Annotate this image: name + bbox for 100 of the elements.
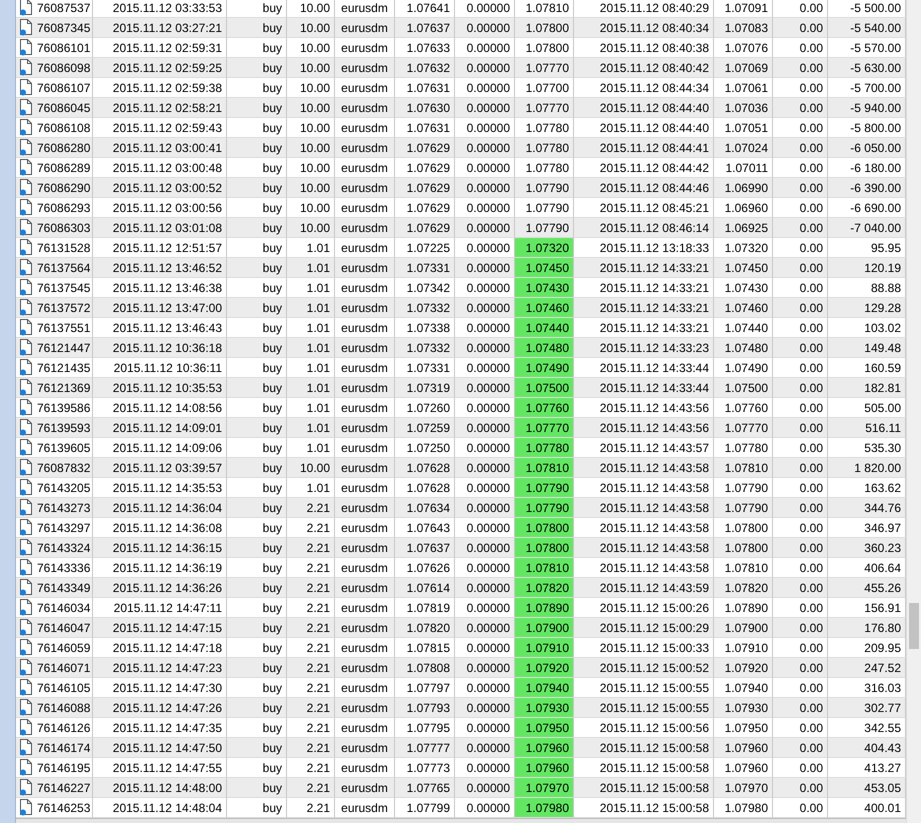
scrollbar[interactable]	[906, 0, 921, 823]
table-cell: 1.07637	[395, 18, 455, 38]
document-icon	[19, 679, 33, 696]
table-cell: 1.07629	[395, 218, 455, 238]
table-cell: 1.07765	[395, 778, 455, 798]
table-cell: buy	[227, 618, 287, 638]
table-cell: 1.07940	[515, 678, 574, 698]
table-cell: 0.00000	[455, 178, 515, 198]
table-cell: 76086290	[37, 180, 90, 194]
table-cell: 1.07820	[714, 578, 773, 598]
table-cell: 76121435	[37, 360, 90, 374]
table-cell: 0.00	[773, 338, 828, 358]
table-cell: 1.07930	[714, 698, 773, 718]
scrollbar-thumb[interactable]	[909, 603, 919, 649]
table-cell: 1.07632	[395, 58, 455, 78]
table-cell: 1.07332	[395, 298, 455, 318]
table-cell: eurusdm	[335, 258, 395, 278]
document-icon	[19, 79, 33, 96]
table-cell: 1.07628	[395, 458, 455, 478]
table-cell: 0.00000	[455, 98, 515, 118]
document-icon	[19, 39, 33, 56]
table-cell: 1.07450	[714, 258, 773, 278]
table-cell: 1.07920	[515, 658, 574, 678]
table-cell: 0.00	[773, 578, 828, 598]
table-cell: 76146047	[37, 620, 90, 634]
table-cell: 2015.11.12 14:47:26	[93, 698, 227, 718]
table-cell: 1.07980	[515, 798, 574, 818]
table-cell: 1.07910	[515, 638, 574, 658]
table-cell: 2.21	[287, 618, 335, 638]
document-icon	[19, 559, 33, 576]
table-cell: 1.07430	[515, 278, 574, 298]
table-cell: 1.07637	[395, 538, 455, 558]
table-cell: 1.07480	[714, 338, 773, 358]
document-icon	[19, 739, 33, 756]
table-cell: 1.07810	[515, 558, 574, 578]
table-cell: 10.00	[287, 178, 335, 198]
table-cell: 0.00	[773, 98, 828, 118]
table-cell: 2015.11.12 15:00:55	[574, 698, 714, 718]
table-cell: 76131528	[37, 240, 90, 254]
table-cell: 2015.11.12 08:44:40	[574, 98, 714, 118]
table-cell: 1.07960	[515, 738, 574, 758]
table-cell: buy	[227, 218, 287, 238]
table-cell: 1.07960	[714, 738, 773, 758]
table-cell: 2.21	[287, 658, 335, 678]
table-cell: buy	[227, 778, 287, 798]
table-cell: eurusdm	[335, 58, 395, 78]
table-cell: 1.07331	[395, 258, 455, 278]
table-cell: 0.00	[773, 258, 828, 278]
table-cell: 2015.11.12 14:43:56	[574, 418, 714, 438]
horizontal-scrollbar[interactable]	[16, 818, 906, 823]
table-cell: 1.07083	[714, 18, 773, 38]
table-cell: 0.00	[773, 538, 828, 558]
table-cell: buy	[227, 178, 287, 198]
table-cell: eurusdm	[335, 778, 395, 798]
table-cell: 2.21	[287, 578, 335, 598]
table-cell: 2015.11.12 14:47:23	[93, 658, 227, 678]
table-cell: 2015.11.12 03:01:08	[93, 218, 227, 238]
table-cell: 76086289	[37, 160, 90, 174]
table-cell: buy	[227, 458, 287, 478]
table-cell: 1.07634	[395, 498, 455, 518]
table-cell: 2015.11.12 03:00:41	[93, 138, 227, 158]
table-cell: 1.07780	[515, 138, 574, 158]
table-cell: eurusdm	[335, 18, 395, 38]
table-cell: 0.00	[773, 698, 828, 718]
table-cell: 10.00	[287, 98, 335, 118]
table-cell: eurusdm	[335, 218, 395, 238]
table-cell: 2015.11.12 15:00:58	[574, 738, 714, 758]
table-cell: eurusdm	[335, 418, 395, 438]
table-cell: 1.07480	[515, 338, 574, 358]
table-cell: eurusdm	[335, 178, 395, 198]
document-icon	[19, 359, 33, 376]
table-cell: 76087537	[37, 0, 90, 14]
table-cell: buy	[227, 18, 287, 38]
table-cell: 0.00	[773, 738, 828, 758]
table-cell: eurusdm	[335, 578, 395, 598]
table-cell: 2015.11.12 03:00:52	[93, 178, 227, 198]
document-icon	[19, 199, 33, 216]
table-cell: 2.21	[287, 698, 335, 718]
table-cell: 2015.11.12 14:33:21	[574, 298, 714, 318]
table-cell: 76086045	[37, 100, 90, 114]
document-icon	[19, 499, 33, 516]
table-cell: buy	[227, 498, 287, 518]
table-cell: 1.07810	[515, 458, 574, 478]
table-cell: 1.07970	[515, 778, 574, 798]
table-cell: buy	[227, 58, 287, 78]
table-cell: 1.07629	[395, 178, 455, 198]
table-cell: 2015.11.12 14:36:04	[93, 498, 227, 518]
table-cell: 2015.11.12 14:43:58	[574, 498, 714, 518]
table-cell: 2015.11.12 03:39:57	[93, 458, 227, 478]
table-cell: 0.00	[773, 458, 828, 478]
table-cell: 76137572	[37, 300, 90, 314]
document-icon	[19, 219, 33, 236]
table-cell: 0.00	[773, 618, 828, 638]
table-cell: 2015.11.12 15:00:52	[574, 658, 714, 678]
table-cell: 1.07319	[395, 378, 455, 398]
document-icon	[19, 599, 33, 616]
table-cell: 1.07790	[515, 478, 574, 498]
document-icon	[19, 419, 33, 436]
table-cell: 76146174	[37, 740, 90, 754]
table-cell: eurusdm	[335, 738, 395, 758]
